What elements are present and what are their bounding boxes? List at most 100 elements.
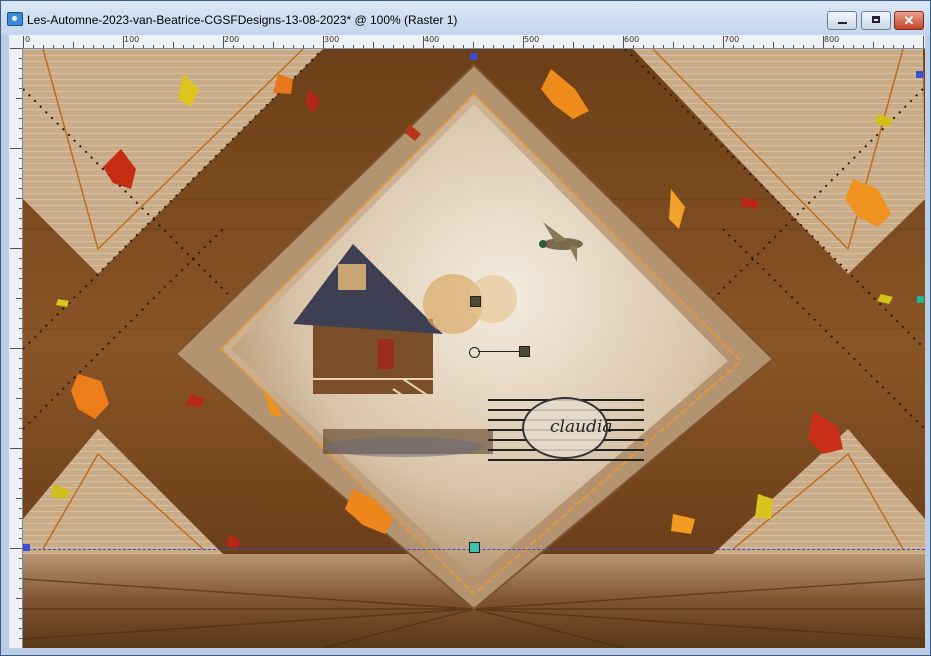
pivot-handle[interactable] (469, 347, 480, 358)
ruler-tick (703, 45, 704, 48)
ruler-tick (873, 42, 874, 48)
ruler-tick (773, 42, 774, 48)
ruler-tick (19, 208, 22, 209)
ruler-tick (593, 45, 594, 48)
ruler-tick (253, 45, 254, 48)
ruler-tick (16, 598, 22, 599)
ruler-tick (19, 268, 22, 269)
guide-marker-teal[interactable] (917, 296, 924, 303)
ruler-tick (19, 58, 22, 59)
ruler-top[interactable]: 0 100 200 300 400 500 600 700 800 (9, 35, 925, 49)
minimize-button[interactable] (827, 11, 857, 30)
ruler-tick (753, 45, 754, 48)
ruler-tick (19, 428, 22, 429)
ruler-tick (663, 45, 664, 48)
guide-marker-right[interactable] (916, 71, 923, 78)
ruler-label: 200 (224, 35, 240, 44)
ruler-label: 300 (324, 35, 340, 44)
window-title: Les-Automne-2023-van-Beatrice-CGSFDesign… (27, 13, 458, 27)
ruler-tick (503, 45, 504, 48)
ruler-tick (783, 45, 784, 48)
guide-handle-bottom[interactable] (469, 542, 480, 553)
ruler-tick (803, 45, 804, 48)
maximize-icon (872, 16, 880, 23)
ruler-tick (863, 45, 864, 48)
ruler-tick (19, 578, 22, 579)
maximize-button[interactable] (861, 11, 891, 30)
ruler-tick (733, 45, 734, 48)
ruler-tick (153, 45, 154, 48)
ruler-tick (203, 45, 204, 48)
ruler-tick (19, 438, 22, 439)
ruler-tick (543, 45, 544, 48)
ruler-tick (19, 168, 22, 169)
ruler-tick (16, 98, 22, 99)
ruler-left[interactable] (9, 48, 23, 648)
close-icon: ✕ (903, 13, 915, 28)
ruler-tick (273, 42, 274, 48)
image-canvas[interactable]: claudia (23, 49, 925, 648)
ruler-tick (19, 118, 22, 119)
ruler-label: 600 (624, 35, 640, 44)
ruler-tick (343, 45, 344, 48)
ruler-tick (633, 45, 634, 48)
guide-marker-left[interactable] (23, 544, 30, 551)
ruler-tick (533, 45, 534, 48)
ruler-tick (10, 348, 22, 349)
ruler-tick (333, 45, 334, 48)
ruler-tick (123, 36, 124, 48)
ruler-tick (133, 45, 134, 48)
ruler-tick (403, 45, 404, 48)
ruler-tick (19, 368, 22, 369)
ruler-tick (643, 45, 644, 48)
ruler-tick (19, 328, 22, 329)
ruler-tick (303, 45, 304, 48)
ruler-tick (103, 45, 104, 48)
ruler-tick (19, 408, 22, 409)
ruler-tick (63, 45, 64, 48)
ruler-tick (19, 308, 22, 309)
ruler-tick (19, 178, 22, 179)
ruler-tick (33, 45, 34, 48)
watermark: claudia (488, 393, 644, 471)
ruler-tick (653, 45, 654, 48)
title-bar[interactable]: Les-Automne-2023-van-Beatrice-CGSFDesign… (1, 1, 930, 35)
ruler-tick (19, 508, 22, 509)
ruler-label: 400 (424, 35, 440, 44)
ruler-tick (363, 45, 364, 48)
ruler-tick (553, 45, 554, 48)
ruler-tick (19, 488, 22, 489)
ruler-tick (19, 358, 22, 359)
ruler-tick (903, 45, 904, 48)
ruler-tick (213, 45, 214, 48)
ruler-tick (53, 45, 54, 48)
ruler-tick (283, 45, 284, 48)
close-button[interactable]: ✕ (894, 11, 924, 30)
ruler-tick (473, 42, 474, 48)
ruler-tick (10, 548, 22, 549)
ruler-tick (313, 45, 314, 48)
transform-handle[interactable] (470, 296, 481, 307)
ruler-tick (713, 45, 714, 48)
ruler-tick (623, 36, 624, 48)
ruler-tick (833, 45, 834, 48)
ruler-tick (493, 45, 494, 48)
ruler-tick (323, 36, 324, 48)
ruler-tick (43, 45, 44, 48)
ruler-tick (883, 45, 884, 48)
ruler-tick (923, 36, 924, 48)
ruler-tick (19, 318, 22, 319)
ruler-tick (19, 138, 22, 139)
ruler-tick (433, 45, 434, 48)
ruler-label: 800 (824, 35, 840, 44)
ruler-tick (16, 198, 22, 199)
ruler-tick (523, 36, 524, 48)
ruler-tick (763, 45, 764, 48)
ruler-tick (19, 188, 22, 189)
guide-marker-top[interactable] (470, 53, 477, 60)
ruler-tick (19, 518, 22, 519)
rotation-handle[interactable] (519, 346, 530, 357)
ruler-tick (563, 45, 564, 48)
ruler-tick (19, 558, 22, 559)
ruler-tick (10, 448, 22, 449)
